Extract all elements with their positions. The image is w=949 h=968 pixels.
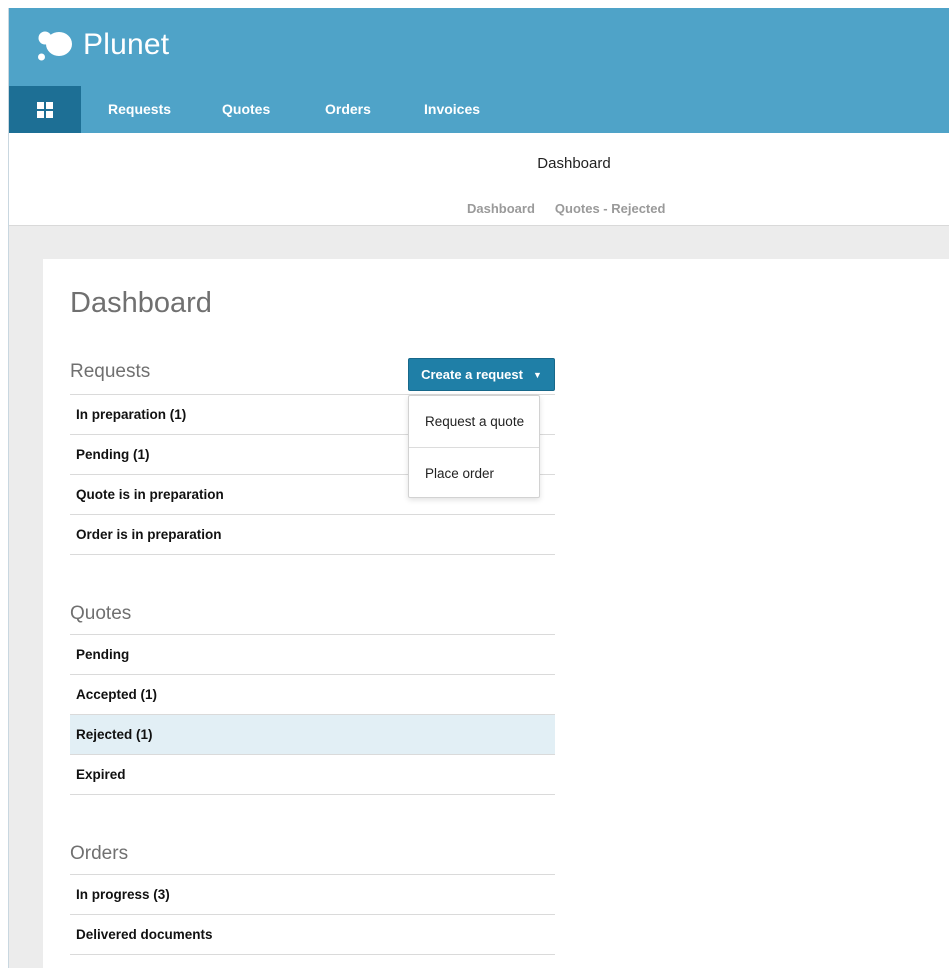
dashboard-panel: Dashboard Requests In preparation (1) Pe… — [43, 259, 949, 968]
nav-requests[interactable]: Requests — [108, 86, 171, 133]
nav-home-button[interactable] — [9, 86, 81, 133]
orders-list: In progress (3) Delivered documents — [70, 874, 555, 955]
apps-grid-icon — [37, 101, 53, 118]
quotes-list: Pending Accepted (1) Rejected (1) Expire… — [70, 634, 555, 795]
nav-quotes[interactable]: Quotes — [222, 86, 270, 133]
list-item[interactable]: Expired — [70, 755, 555, 795]
nav-orders[interactable]: Orders — [325, 86, 371, 133]
breadcrumb-dashboard[interactable]: Dashboard — [467, 201, 535, 216]
breadcrumb-quotes-rejected[interactable]: Quotes - Rejected — [555, 201, 666, 216]
list-item[interactable]: Accepted (1) — [70, 675, 555, 715]
breadcrumb: Dashboard Quotes - Rejected — [467, 201, 685, 216]
section-title-quotes: Quotes — [70, 603, 132, 624]
plunet-logo-icon[interactable] — [35, 26, 75, 66]
create-request-dropdown: Request a quote Place order — [408, 395, 540, 498]
create-request-label: Create a request — [421, 367, 523, 382]
window-left-edge — [0, 0, 8, 968]
list-item[interactable]: Delivered documents — [70, 915, 555, 955]
list-item-active[interactable]: Rejected (1) — [70, 715, 555, 755]
brand-name: Plunet — [83, 28, 170, 61]
brand-bar: Plunet — [9, 8, 949, 86]
header-title: Dashboard — [537, 155, 611, 172]
list-item[interactable]: Pending — [70, 635, 555, 675]
page-title: Dashboard — [70, 287, 212, 319]
list-item[interactable]: In progress (3) — [70, 875, 555, 915]
dropdown-item-request-quote[interactable]: Request a quote — [409, 396, 539, 447]
caret-down-icon: ▼ — [532, 369, 542, 380]
list-item[interactable]: Order is in preparation — [70, 515, 555, 555]
page-header: Dashboard Dashboard Quotes - Rejected — [9, 133, 949, 226]
window-top-edge — [0, 0, 949, 8]
nav-invoices[interactable]: Invoices — [424, 86, 480, 133]
create-request-button[interactable]: Create a request ▼ — [408, 358, 555, 391]
main-nav: Requests Quotes Orders Invoices — [9, 86, 949, 133]
dropdown-item-place-order[interactable]: Place order — [409, 447, 539, 498]
section-title-orders: Orders — [70, 843, 129, 864]
section-title-requests: Requests — [70, 361, 151, 382]
